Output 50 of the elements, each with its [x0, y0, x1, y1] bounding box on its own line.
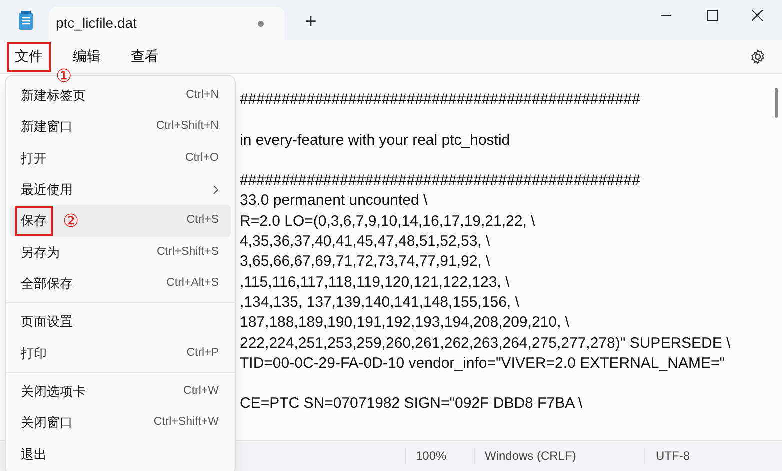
- text-line: ################################################: [240, 171, 640, 192]
- menu-item[interactable]: 文件: [7, 42, 51, 72]
- menu-item[interactable]: 退出: [10, 438, 231, 470]
- menu-item[interactable]: 关闭窗口 Ctrl+Shift+W: [10, 407, 231, 439]
- text-line: 3,65,66,67,69,71,72,73,74,77,91,92, \: [240, 252, 490, 272]
- text-line: ,115,116,117,118,119,120,121,122,123, \: [240, 272, 510, 293]
- shortcut-label: Ctrl+Alt+S: [166, 276, 219, 291]
- file-tab[interactable]: ptc_licfile.dat: [49, 7, 285, 40]
- step-number: ①: [56, 66, 72, 86]
- shortcut-label: Ctrl+O: [185, 150, 219, 166]
- menu-item[interactable]: 打开 Ctrl+O: [10, 142, 231, 174]
- text-line: 33.0 permanent uncounted \: [240, 191, 428, 212]
- menu-item[interactable]: 另存为 Ctrl+Shift+S: [10, 236, 231, 268]
- encoding[interactable]: UTF-8: [656, 447, 690, 465]
- menu-item[interactable]: 查看: [123, 42, 167, 72]
- text-line: CE=PTC SN=07071982 SIGN="092F DBD8 F7BA \: [240, 394, 583, 414]
- chevron-right-icon: [213, 184, 219, 195]
- shortcut-label: Ctrl+W: [184, 384, 219, 399]
- shortcut-label: Ctrl+Shift+W: [154, 415, 219, 430]
- line-ending[interactable]: Windows (CRLF): [485, 447, 576, 465]
- notepad-icon: [18, 11, 34, 31]
- text-line: in every-feature with your real ptc_hostid: [240, 130, 510, 151]
- shortcut-label: Ctrl+N: [186, 88, 219, 104]
- menu-item[interactable]: 最近使用: [10, 174, 231, 206]
- text-line: R=2.0 LO=(0,3,6,7,9,10,14,16,17,19,21,22, \: [240, 212, 536, 232]
- text-line: 187,188,189,190,191,192,193,194,208,209,210, \: [240, 313, 570, 334]
- text-line: ################################################: [240, 90, 640, 110]
- menu-item[interactable]: 打印 Ctrl+P: [10, 338, 231, 369]
- new-tab-button[interactable]: +: [297, 8, 325, 36]
- settings-icon[interactable]: [750, 49, 766, 65]
- text-line: TID=00-0C-29-FA-0D-10 vendor_info="VIVER=2.0 EXTERNAL_NAME=": [240, 354, 726, 374]
- maximize-icon[interactable]: [707, 10, 718, 21]
- menu-item[interactable]: 保存 ② Ctrl+S: [10, 205, 231, 237]
- shortcut-label: Ctrl+Shift+S: [157, 244, 219, 260]
- menu-item[interactable]: 全部保存 Ctrl+Alt+S: [10, 268, 231, 300]
- scrollbar-thumb[interactable]: [775, 88, 778, 118]
- shortcut-label: Ctrl+P: [186, 346, 219, 361]
- shortcut-label: Ctrl+S: [186, 213, 219, 228]
- menu-item[interactable]: 页面设置: [10, 306, 231, 338]
- menu-item[interactable]: 关闭选项卡 Ctrl+W: [10, 376, 231, 408]
- shortcut-label: Ctrl+Shift+N: [156, 119, 219, 134]
- text-line: ,134,135, 137,139,140,141,148,155,156, \: [240, 292, 520, 313]
- close-icon[interactable]: [752, 10, 763, 21]
- text-line: 222,224,251,253,259,260,261,262,263,264,275,277,278)" SUPERSEDE \: [240, 334, 731, 354]
- text-line: 4,35,36,37,40,41,45,47,48,51,52,53, \: [240, 232, 490, 252]
- menu-item[interactable]: 新建窗口 Ctrl+Shift+N: [10, 111, 231, 143]
- zoom-level[interactable]: 100%: [416, 447, 447, 465]
- step-number: ②: [63, 210, 79, 231]
- tab-title: ptc_licfile.dat: [56, 14, 138, 33]
- minimize-icon[interactable]: [661, 15, 671, 17]
